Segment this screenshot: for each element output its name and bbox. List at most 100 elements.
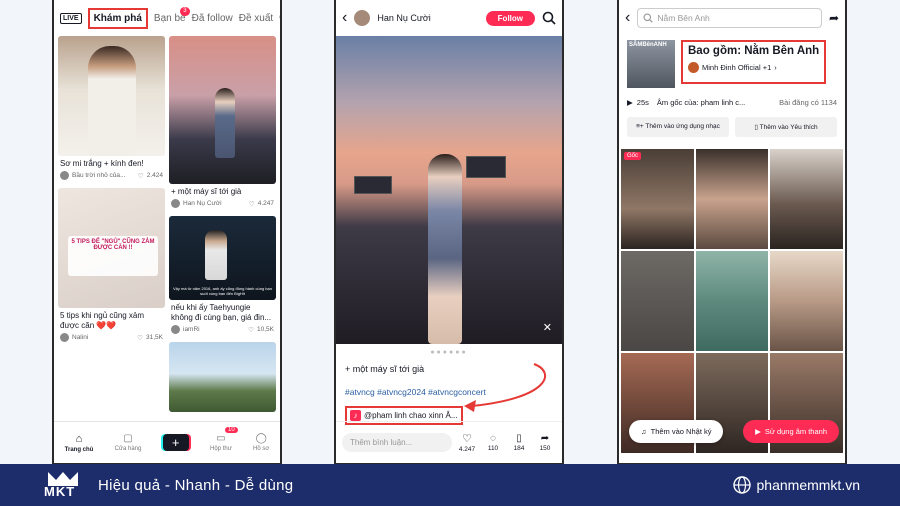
video-tile[interactable]: Gốc xyxy=(621,149,694,249)
music-icon: ♪ xyxy=(350,410,361,421)
sound-header: ‹ Nằm Bên Anh ➦ xyxy=(619,0,845,36)
search-input[interactable]: Nằm Bên Anh xyxy=(637,8,822,28)
heart-icon: ♡ xyxy=(248,326,254,334)
tab-suggested[interactable]: Đề xuất xyxy=(239,13,273,24)
video-card[interactable]: Sơ mi trắng + kính đen! Bầu trời nhỏ của… xyxy=(58,36,165,184)
search-placeholder: Nằm Bên Anh xyxy=(657,13,710,23)
tab-following[interactable]: Đã follow xyxy=(192,13,233,24)
back-icon[interactable]: ‹ xyxy=(625,10,630,26)
card-title: + một máy sĩ tới già xyxy=(171,187,242,196)
annotation-arrow xyxy=(464,363,547,412)
carousel-dots: ●●●●●● xyxy=(430,349,468,356)
video-image[interactable]: ✕ xyxy=(336,36,562,344)
avatar xyxy=(60,171,69,180)
explore-screen: LIVE Khám phá Bạn bè 3 Đã follow Đề xuất … xyxy=(52,0,282,465)
inbox-icon: ▭ xyxy=(216,433,226,444)
plus-icon: + xyxy=(162,434,189,451)
friends-badge: 3 xyxy=(180,6,190,16)
comment-input[interactable]: Thêm bình luận... xyxy=(342,433,452,452)
heart-icon: ♡ xyxy=(137,172,144,180)
save-button[interactable]: ▯ 184 xyxy=(508,433,530,452)
sound-title: Bao gồm: Nằm Bên Anh xyxy=(688,45,820,57)
share-icon[interactable]: ➦ xyxy=(829,11,839,25)
tab-explore[interactable]: Khám phá xyxy=(87,7,148,29)
video-card[interactable] xyxy=(169,342,276,412)
video-thumbnail: 5 TIPS ĐỂ "NGỦ" CŨNG ZẢM ĐƯỢC CĂN !! xyxy=(58,188,165,308)
card-author: Nalini xyxy=(72,334,89,341)
music-label: @pham linh chao xinn Â... xyxy=(364,411,458,420)
like-button[interactable]: ♡ 4.247 xyxy=(456,432,478,453)
card-title: nếu khi ấy Taehyungie không đi cùng bạn,… xyxy=(171,303,272,322)
search-icon[interactable] xyxy=(542,11,556,25)
nav-profile[interactable]: ◯ Hồ sơ xyxy=(253,433,269,452)
globe-icon xyxy=(732,476,751,494)
like-count: 31,5K xyxy=(146,334,163,341)
like-count: 4.247 xyxy=(458,446,476,453)
live-icon[interactable]: LIVE xyxy=(60,12,82,24)
profile-icon: ◯ xyxy=(255,433,267,444)
overlay-caption: 5 TIPS ĐỂ "NGỦ" CŨNG ZẢM ĐƯỢC CĂN !! xyxy=(68,236,158,276)
shop-icon: ▢ xyxy=(123,433,133,444)
add-fav-label: Thêm vào Yêu thích xyxy=(759,124,818,131)
sound-screen: ‹ Nằm Bên Anh ➦ SÂMBênANH Bao gồm: Nằm B… xyxy=(617,0,847,465)
save-count: 184 xyxy=(513,445,525,452)
video-header: ‹ Han Nụ Cười Follow xyxy=(336,0,562,36)
avatar xyxy=(60,333,69,342)
sound-info-box: Bao gồm: Nằm Bên Anh Minh Đinh Official … xyxy=(681,40,827,84)
use-sound-label: Sử dụng âm thanh xyxy=(764,427,827,436)
bookmark-icon: ▯ xyxy=(754,124,758,131)
nav-profile-label: Hồ sơ xyxy=(253,446,270,452)
mute-icon[interactable]: ✕ xyxy=(543,321,552,334)
share-button[interactable]: ➦ 150 xyxy=(534,433,556,452)
home-icon: ⌂ xyxy=(75,432,83,445)
camera-icon: ▶ xyxy=(755,427,761,436)
top-tabs: LIVE Khám phá Bạn bè 3 Đã follow Đề xuất xyxy=(54,0,280,36)
tab-friends[interactable]: Bạn bè 3 xyxy=(154,6,190,24)
username[interactable]: Han Nụ Cười xyxy=(377,13,430,23)
nav-home[interactable]: ⌂ Trang chủ xyxy=(65,433,94,453)
artist-name[interactable]: Minh Đinh Official +1 xyxy=(702,63,771,72)
card-title: Sơ mi trắng + kính đen! xyxy=(60,159,144,168)
add-to-favorites-button[interactable]: ▯ Thêm vào Yêu thích xyxy=(735,117,837,137)
card-author: Han Nụ Cười xyxy=(183,200,222,207)
brand-footer: MKT Hiệu quả - Nhanh - Dễ dùng phanmemmk… xyxy=(0,464,900,506)
back-icon[interactable]: ‹ xyxy=(342,10,347,26)
video-thumbnail xyxy=(169,36,276,184)
video-tile[interactable] xyxy=(695,149,769,249)
logo-text: MKT xyxy=(44,484,76,499)
avatar xyxy=(688,62,699,73)
sound-origin[interactable]: Âm gốc của: pham linh c... xyxy=(657,98,745,107)
add-to-diary-button[interactable]: ♫ Thêm vào Nhật ký xyxy=(629,420,724,443)
chevron-right-icon: › xyxy=(774,63,777,72)
avatar xyxy=(171,199,180,208)
bottom-navigation: ⌂ Trang chủ ▢ Cửa hàng + ▭ 10 Hộp thư ◯ Hồ sơ xyxy=(54,421,280,463)
nav-inbox[interactable]: ▭ 10 Hộp thư xyxy=(210,427,238,452)
video-card[interactable]: Vậy mà từ năm 2016, anh ấy cũng đồng hàn… xyxy=(169,216,276,338)
nav-shop[interactable]: ▢ Cửa hàng xyxy=(115,433,142,452)
video-tile[interactable] xyxy=(695,251,769,351)
video-tile[interactable] xyxy=(770,149,843,249)
follow-button[interactable]: Follow xyxy=(485,10,535,26)
share-count: 150 xyxy=(539,445,551,452)
comment-button[interactable]: ◌ 110 xyxy=(482,433,504,452)
share-icon: ➦ xyxy=(540,433,550,444)
video-card[interactable]: 5 TIPS ĐỂ "NGỦ" CŨNG ZẢM ĐƯỢC CĂN !! 5 t… xyxy=(58,188,165,346)
video-tile[interactable] xyxy=(770,251,843,351)
video-card[interactable]: + một máy sĩ tới già Han Nụ Cười ♡ 4.247 xyxy=(169,36,276,212)
use-sound-button[interactable]: ▶ Sử dụng âm thanh xyxy=(743,420,839,443)
like-count: 2.424 xyxy=(146,172,163,179)
play-icon[interactable]: ▶ xyxy=(627,98,633,107)
avatar xyxy=(171,325,180,334)
search-icon[interactable] xyxy=(279,11,282,25)
video-tile[interactable] xyxy=(621,251,694,351)
avatar[interactable] xyxy=(354,10,371,26)
sound-duration: 25s xyxy=(636,98,649,107)
nav-create[interactable]: + xyxy=(162,434,189,451)
video-grid: Gốc xyxy=(619,149,845,453)
website-link[interactable]: phanmemmkt.vn xyxy=(732,476,860,494)
card-author: Bầu trời nhỏ của... xyxy=(72,172,126,179)
heart-icon: ♡ xyxy=(462,433,472,445)
add-list-icon: ≡+ xyxy=(636,123,644,130)
bookmark-icon: ▯ xyxy=(516,433,522,444)
add-to-music-app-button[interactable]: ≡+ Thêm vào ứng dụng nhạc xyxy=(627,117,729,137)
